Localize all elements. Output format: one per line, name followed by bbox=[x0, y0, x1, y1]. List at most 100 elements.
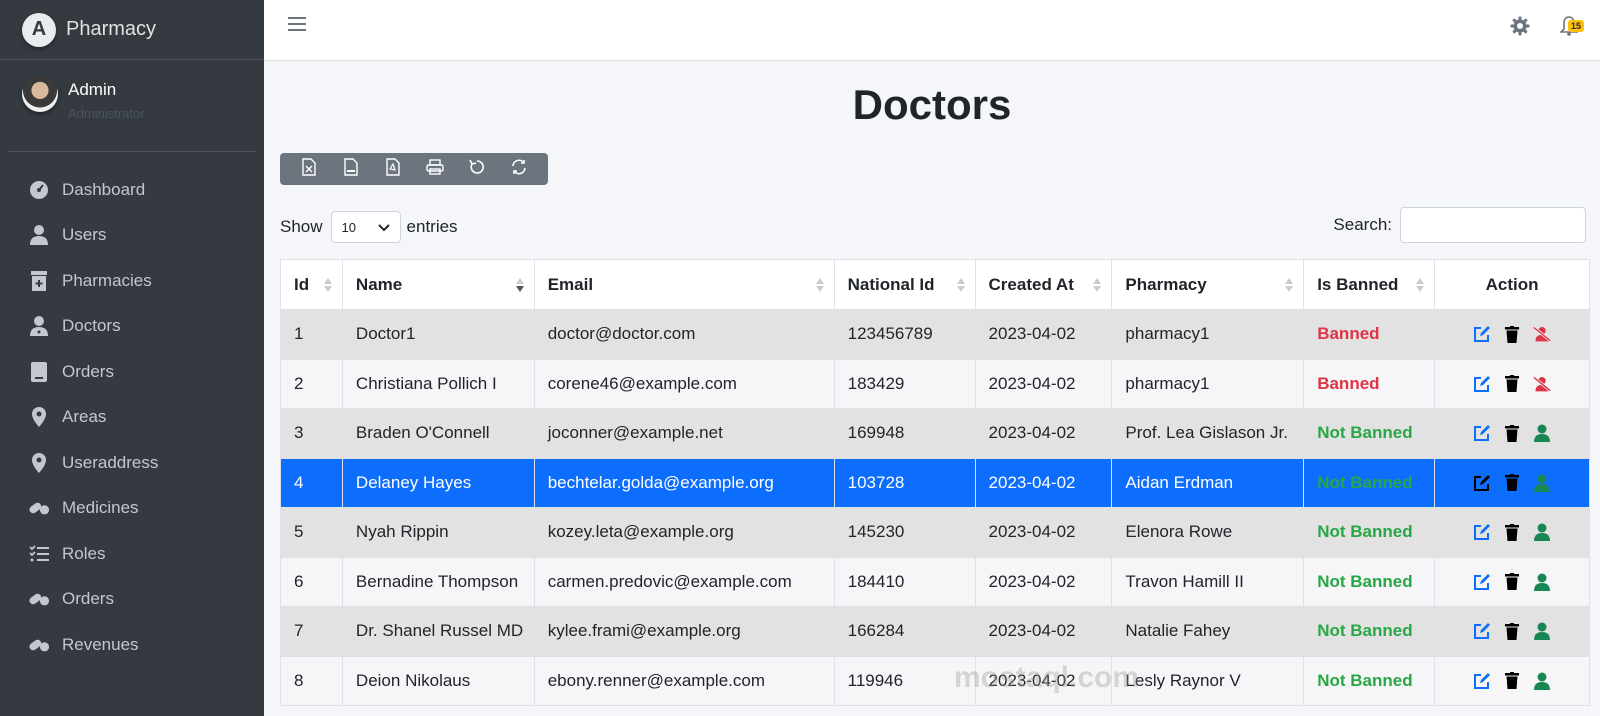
column-header-pharmacy[interactable]: Pharmacy bbox=[1111, 259, 1305, 310]
notifications-bell-icon[interactable]: 15 bbox=[1559, 16, 1585, 41]
trash-icon[interactable] bbox=[1503, 424, 1521, 442]
user-slash-icon[interactable] bbox=[1533, 375, 1552, 393]
table-row[interactable]: 6 Bernadine Thompson carmen.predovic@exa… bbox=[280, 556, 1590, 607]
page-title: Doctors bbox=[852, 81, 1012, 128]
entries-length-control: Show 10 entries bbox=[280, 211, 458, 243]
sidebar-item-pharmacies[interactable]: Pharmacies bbox=[0, 258, 264, 304]
cell-email: ebony.renner@example.com bbox=[533, 655, 835, 706]
table-header-row: Id Name Email National Id Created At Pha… bbox=[280, 259, 1590, 310]
table-row-selected[interactable]: 4 Delaney Hayes bechtelar.golda@example.… bbox=[280, 457, 1590, 508]
sidebar-item-users[interactable]: Users bbox=[0, 213, 264, 259]
edit-icon[interactable] bbox=[1473, 573, 1491, 591]
cell-created-at: 2023-04-02 bbox=[974, 655, 1113, 706]
cell-created-at: 2023-04-02 bbox=[974, 507, 1113, 558]
status-badge: Banned bbox=[1317, 324, 1380, 344]
column-header-name[interactable]: Name bbox=[341, 259, 535, 310]
cell-id: 2 bbox=[280, 358, 343, 409]
cell-pharmacy: Aidan Erdman bbox=[1111, 457, 1305, 508]
export-pdf-button[interactable] bbox=[372, 153, 414, 185]
sidebar-item-dashboard[interactable]: Dashboard bbox=[0, 167, 264, 213]
entries-select[interactable]: 10 bbox=[330, 211, 401, 243]
cell-actions bbox=[1434, 507, 1590, 558]
trash-icon[interactable] bbox=[1503, 573, 1521, 591]
file-pdf-icon bbox=[386, 157, 400, 181]
avatar[interactable] bbox=[22, 76, 58, 112]
trash-icon[interactable] bbox=[1503, 672, 1521, 690]
sidebar-item-label: Medicines bbox=[62, 498, 139, 518]
tachometer-icon bbox=[28, 180, 50, 200]
sort-icon bbox=[1285, 278, 1294, 292]
pills-icon bbox=[28, 498, 50, 518]
cell-status: Not Banned bbox=[1303, 457, 1436, 508]
trash-icon[interactable] bbox=[1503, 523, 1521, 541]
sidebar-item-label: Doctors bbox=[62, 316, 121, 336]
column-header-email[interactable]: Email bbox=[533, 259, 835, 310]
sidebar-item-doctors[interactable]: Doctors bbox=[0, 304, 264, 350]
sidebar-item-orders[interactable]: Orders bbox=[0, 349, 264, 395]
cell-created-at: 2023-04-02 bbox=[974, 556, 1113, 607]
column-header-national-id[interactable]: National Id bbox=[833, 259, 976, 310]
search-input[interactable] bbox=[1400, 207, 1586, 243]
doctor-icon bbox=[28, 316, 50, 337]
table-row[interactable]: 2 Christiana Pollich I corene46@example.… bbox=[280, 358, 1590, 409]
sidebar-item-orders-2[interactable]: Orders bbox=[0, 577, 264, 623]
column-header-id[interactable]: Id bbox=[280, 259, 343, 310]
status-badge: Not Banned bbox=[1317, 423, 1413, 443]
trash-icon[interactable] bbox=[1503, 474, 1521, 492]
cell-id: 5 bbox=[280, 507, 343, 558]
user-name[interactable]: Admin bbox=[68, 80, 145, 100]
cell-name: Bernadine Thompson bbox=[341, 556, 535, 607]
cell-name: Delaney Hayes bbox=[341, 457, 535, 508]
export-excel-button[interactable] bbox=[288, 153, 330, 185]
user-slash-icon[interactable] bbox=[1533, 325, 1552, 343]
sidebar-item-label: Areas bbox=[62, 407, 107, 427]
status-badge: Not Banned bbox=[1317, 670, 1413, 690]
cell-national-id: 123456789 bbox=[833, 309, 976, 360]
user-check-icon[interactable] bbox=[1533, 523, 1551, 542]
edit-icon[interactable] bbox=[1473, 622, 1491, 640]
reload-button[interactable] bbox=[498, 153, 540, 185]
sidebar-item-roles[interactable]: Roles bbox=[0, 531, 264, 577]
cell-actions bbox=[1434, 358, 1590, 409]
trash-icon[interactable] bbox=[1503, 375, 1521, 393]
user-check-icon[interactable] bbox=[1533, 622, 1551, 641]
edit-icon[interactable] bbox=[1473, 474, 1491, 492]
cell-status: Not Banned bbox=[1303, 507, 1436, 558]
user-check-icon[interactable] bbox=[1533, 672, 1551, 690]
sidebar-item-areas[interactable]: Areas bbox=[0, 395, 264, 441]
sidebar-nav: Dashboard Users Pharmacies Doctors Order… bbox=[0, 152, 264, 668]
status-badge: Not Banned bbox=[1317, 522, 1413, 542]
menu-toggle-icon[interactable] bbox=[288, 17, 306, 33]
edit-icon[interactable] bbox=[1473, 325, 1491, 343]
edit-icon[interactable] bbox=[1473, 672, 1491, 690]
table-row[interactable]: 3 Braden O'Connell joconner@example.net … bbox=[280, 408, 1590, 459]
edit-icon[interactable] bbox=[1473, 375, 1491, 393]
sidebar-item-label: Orders bbox=[62, 589, 114, 609]
table-row[interactable]: 7 Dr. Shanel Russel MD kylee.frami@examp… bbox=[280, 606, 1590, 657]
user-check-icon[interactable] bbox=[1533, 573, 1551, 591]
print-button[interactable] bbox=[414, 153, 456, 185]
table-row[interactable]: 5 Nyah Rippin kozey.leta@example.org 145… bbox=[280, 507, 1590, 558]
trash-icon[interactable] bbox=[1503, 325, 1521, 343]
table-row[interactable]: 1 Doctor1 doctor@doctor.com 123456789 20… bbox=[280, 309, 1590, 360]
edit-icon[interactable] bbox=[1473, 523, 1491, 541]
brand-link[interactable]: A Pharmacy bbox=[0, 0, 264, 60]
cell-status: Not Banned bbox=[1303, 606, 1436, 657]
gear-icon[interactable] bbox=[1510, 16, 1530, 41]
sidebar-item-medicines[interactable]: Medicines bbox=[0, 486, 264, 532]
edit-icon[interactable] bbox=[1473, 424, 1491, 442]
sidebar-item-revenues[interactable]: Revenues bbox=[0, 622, 264, 668]
column-header-is-banned[interactable]: Is Banned bbox=[1303, 259, 1436, 310]
table-row[interactable]: 8 Deion Nikolaus ebony.renner@example.co… bbox=[280, 655, 1590, 706]
user-check-icon[interactable] bbox=[1533, 474, 1551, 492]
reset-button[interactable] bbox=[456, 153, 498, 185]
column-header-created-at[interactable]: Created At bbox=[974, 259, 1113, 310]
trash-icon[interactable] bbox=[1503, 622, 1521, 640]
export-csv-button[interactable] bbox=[330, 153, 372, 185]
status-badge: Not Banned bbox=[1317, 472, 1413, 492]
cell-email: doctor@doctor.com bbox=[533, 309, 835, 360]
sidebar-item-useraddress[interactable]: Useraddress bbox=[0, 440, 264, 486]
notification-count-badge: 15 bbox=[1568, 20, 1585, 32]
user-check-icon[interactable] bbox=[1533, 424, 1551, 443]
cell-created-at: 2023-04-02 bbox=[974, 309, 1113, 360]
